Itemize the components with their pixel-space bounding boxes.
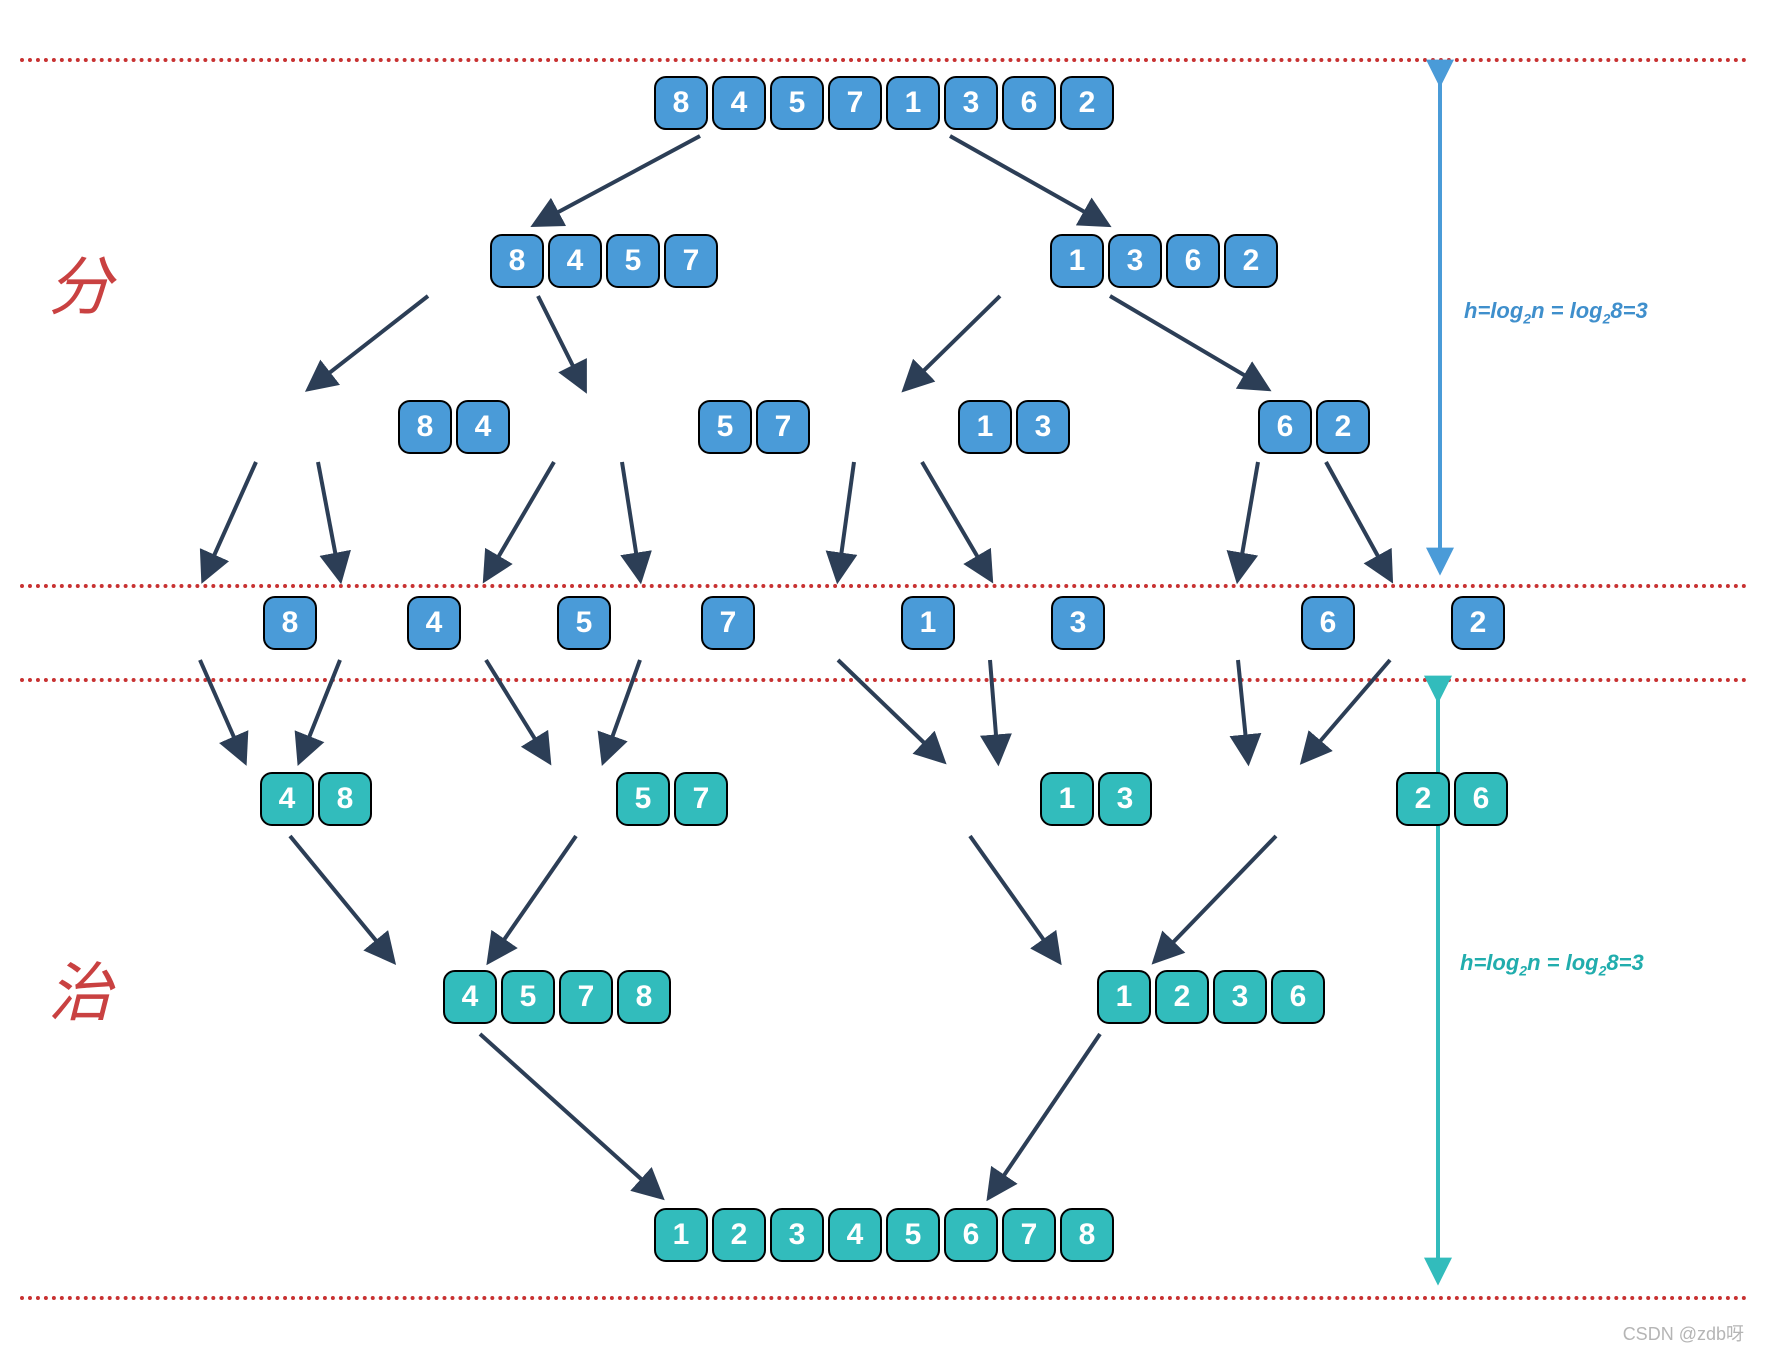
value-box: 6 — [1002, 76, 1056, 130]
value-group: 1236 — [1097, 970, 1325, 1024]
value-box: 7 — [559, 970, 613, 1024]
value-box: 3 — [1108, 234, 1162, 288]
value-group: 2 — [1451, 596, 1505, 650]
value-box: 7 — [756, 400, 810, 454]
value-box: 5 — [698, 400, 752, 454]
value-box: 8 — [654, 76, 708, 130]
value-box: 7 — [1002, 1208, 1056, 1262]
value-box: 7 — [664, 234, 718, 288]
value-group: 4 — [407, 596, 461, 650]
value-box: 7 — [674, 772, 728, 826]
value-box: 3 — [944, 76, 998, 130]
arrows-layer — [0, 0, 1768, 1354]
value-box: 1 — [1040, 772, 1094, 826]
value-box: 8 — [318, 772, 372, 826]
value-box: 2 — [1224, 234, 1278, 288]
conquer-level-0: 48 57 13 26 — [0, 772, 1768, 826]
value-box: 1 — [886, 76, 940, 130]
value-group: 48 — [260, 772, 372, 826]
value-group: 13 — [1040, 772, 1152, 826]
value-box: 4 — [260, 772, 314, 826]
conquer-level-1: 4578 1236 — [0, 970, 1768, 1024]
value-group: 12345678 — [654, 1208, 1114, 1262]
value-box: 8 — [263, 596, 317, 650]
value-box: 6 — [1301, 596, 1355, 650]
value-box: 3 — [1016, 400, 1070, 454]
value-box: 5 — [616, 772, 670, 826]
value-group: 62 — [1258, 400, 1370, 454]
value-group: 4578 — [443, 970, 671, 1024]
divider-mid-lower — [20, 678, 1748, 682]
value-box: 5 — [606, 234, 660, 288]
value-group: 84571362 — [654, 76, 1114, 130]
value-box: 5 — [770, 76, 824, 130]
value-group: 1 — [901, 596, 955, 650]
value-box: 3 — [1213, 970, 1267, 1024]
conquer-level-2: 12345678 — [0, 1208, 1768, 1262]
formula-divide: h=log2n = log28=3 — [1464, 298, 1648, 326]
value-box: 3 — [770, 1208, 824, 1262]
value-box: 4 — [712, 76, 766, 130]
value-box: 3 — [1098, 772, 1152, 826]
value-group: 3 — [1051, 596, 1105, 650]
value-box: 4 — [548, 234, 602, 288]
value-box: 5 — [501, 970, 555, 1024]
value-box: 7 — [828, 76, 882, 130]
divide-level-2: 84 57 13 62 — [0, 400, 1768, 454]
value-box: 2 — [1316, 400, 1370, 454]
value-group: 7 — [701, 596, 755, 650]
value-box: 5 — [886, 1208, 940, 1262]
value-box: 7 — [701, 596, 755, 650]
watermark: CSDN @zdb呀 — [1623, 1320, 1744, 1346]
value-box: 1 — [958, 400, 1012, 454]
divide-level-1: 8457 1362 — [0, 234, 1768, 288]
value-box: 6 — [1271, 970, 1325, 1024]
value-box: 2 — [1451, 596, 1505, 650]
value-box: 6 — [1166, 234, 1220, 288]
value-box: 2 — [1060, 76, 1114, 130]
divider-bottom — [20, 1296, 1748, 1300]
value-box: 8 — [398, 400, 452, 454]
value-box: 1 — [1097, 970, 1151, 1024]
divide-level-3: 8 4 5 7 1 3 6 2 — [0, 596, 1768, 650]
value-box: 1 — [654, 1208, 708, 1262]
value-box: 6 — [1258, 400, 1312, 454]
value-group: 57 — [616, 772, 728, 826]
value-box: 6 — [944, 1208, 998, 1262]
value-box: 4 — [407, 596, 461, 650]
value-group: 5 — [557, 596, 611, 650]
value-group: 13 — [958, 400, 1070, 454]
value-box: 8 — [1060, 1208, 1114, 1262]
divider-mid-upper — [20, 584, 1748, 588]
value-box: 1 — [1050, 234, 1104, 288]
value-box: 4 — [456, 400, 510, 454]
value-group: 57 — [698, 400, 810, 454]
divide-level-0: 84571362 — [0, 76, 1768, 130]
divider-top — [20, 58, 1748, 62]
value-group: 8 — [263, 596, 317, 650]
value-box: 1 — [901, 596, 955, 650]
value-box: 8 — [617, 970, 671, 1024]
value-box: 2 — [1396, 772, 1450, 826]
value-box: 3 — [1051, 596, 1105, 650]
value-box: 8 — [490, 234, 544, 288]
value-box: 4 — [443, 970, 497, 1024]
value-group: 8457 — [490, 234, 718, 288]
value-group: 84 — [398, 400, 510, 454]
value-box: 6 — [1454, 772, 1508, 826]
value-box: 4 — [828, 1208, 882, 1262]
value-box: 2 — [712, 1208, 766, 1262]
value-group: 6 — [1301, 596, 1355, 650]
value-box: 2 — [1155, 970, 1209, 1024]
value-box: 5 — [557, 596, 611, 650]
value-group: 26 — [1396, 772, 1508, 826]
value-group: 1362 — [1050, 234, 1278, 288]
